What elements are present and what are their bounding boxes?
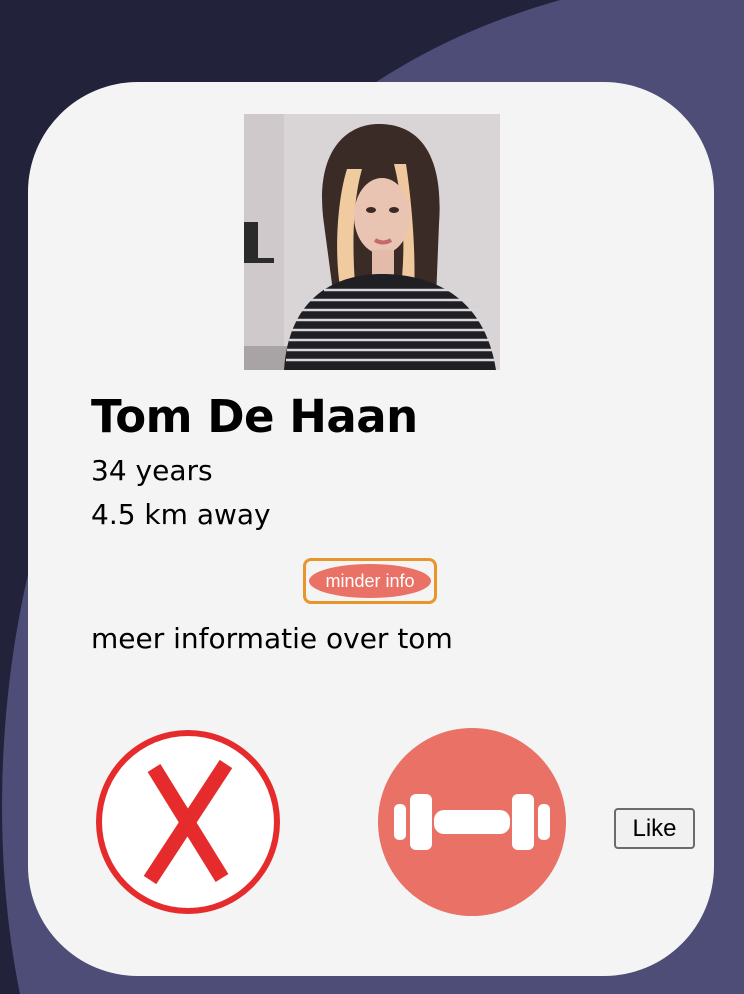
dumbbell-icon [378,728,566,916]
profile-photo [244,114,500,370]
toggle-info-button[interactable]: minder info [303,558,437,604]
interest-button[interactable] [378,728,566,916]
profile-card: Tom De Haan 34 years 4.5 km away minder … [28,82,714,976]
toggle-info-label: minder info [309,564,431,598]
profile-description: meer informatie over tom [91,622,453,655]
profile-name: Tom De Haan [91,390,418,443]
dislike-button[interactable] [94,728,282,916]
x-circle-icon [96,730,280,914]
profile-age: 34 years [91,454,213,487]
like-button[interactable]: Like [614,808,695,849]
profile-distance: 4.5 km away [91,498,271,531]
